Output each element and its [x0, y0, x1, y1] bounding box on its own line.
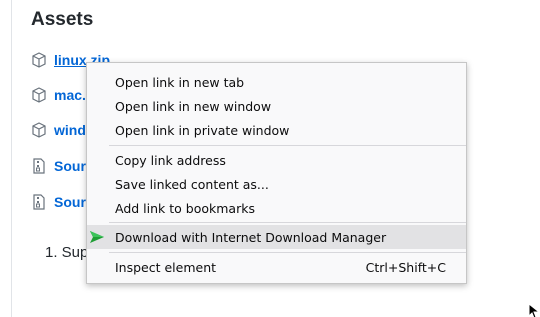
release-notes-list-item: 1. Sup [45, 244, 89, 261]
context-menu: Open link in new tab Open link in new wi… [86, 62, 467, 284]
menu-item-open-new-tab[interactable]: Open link in new tab [87, 70, 466, 94]
package-icon [32, 122, 46, 138]
package-icon [32, 52, 46, 68]
assets-heading: Assets [31, 9, 94, 30]
mouse-cursor-icon [528, 303, 540, 317]
menu-item-open-private-window[interactable]: Open link in private window [87, 118, 466, 142]
package-icon [32, 87, 46, 103]
menu-item-inspect[interactable]: Inspect element Ctrl+Shift+C [87, 255, 466, 279]
file-zip-icon [33, 158, 45, 174]
menu-separator [109, 145, 466, 146]
asset-row[interactable]: Sour [31, 192, 86, 212]
menu-item-open-new-window[interactable]: Open link in new window [87, 94, 466, 118]
menu-separator [109, 252, 466, 253]
asset-row[interactable]: mac. [31, 85, 86, 105]
menu-item-copy-link[interactable]: Copy link address [87, 148, 466, 172]
menu-item-save-linked[interactable]: Save linked content as... [87, 172, 466, 196]
menu-item-add-bookmark[interactable]: Add link to bookmarks [87, 196, 466, 220]
menu-item-idm-download[interactable]: Download with Internet Download Manager [87, 225, 466, 249]
asset-link-mac[interactable]: mac. [54, 87, 86, 103]
file-zip-icon [33, 194, 45, 210]
asset-link-source-zip[interactable]: Sour [54, 158, 86, 174]
idm-arrow-icon [90, 231, 104, 243]
menu-separator [109, 222, 466, 223]
asset-row[interactable]: Sour [31, 156, 86, 176]
asset-link-source-tar[interactable]: Sour [54, 194, 86, 210]
shortcut-label: Ctrl+Shift+C [365, 259, 446, 275]
left-divider [11, 0, 12, 317]
asset-row[interactable]: wind [31, 120, 86, 140]
asset-link-windows[interactable]: wind [54, 122, 86, 138]
